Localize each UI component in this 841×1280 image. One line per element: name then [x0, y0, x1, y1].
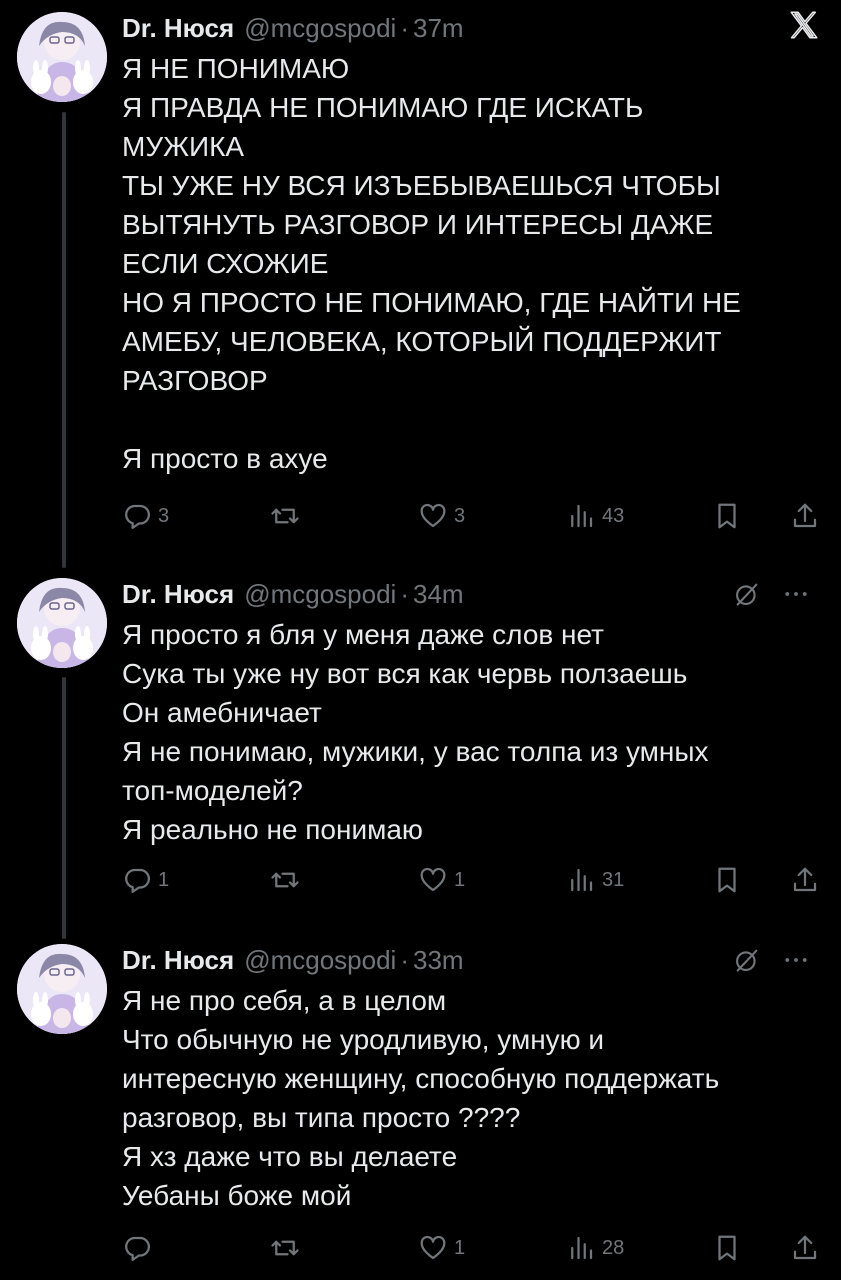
- user-handle[interactable]: @mcgospodi: [244, 579, 396, 610]
- bookmark-icon: [718, 1235, 736, 1261]
- share-icon: [793, 867, 817, 892]
- like-button[interactable]: 1: [418, 1228, 465, 1268]
- user-handle[interactable]: @mcgospodi: [244, 13, 396, 44]
- bookmark-icon: [718, 503, 736, 529]
- separator-dot: ·: [400, 944, 409, 975]
- x-logo-icon[interactable]: [787, 8, 821, 42]
- display-name[interactable]: Dr. Нюся: [122, 13, 234, 44]
- views-icon: [571, 868, 593, 892]
- views-icon: [571, 504, 593, 528]
- tweet-text: Я НЕ ПОНИМАЮ Я ПРАВДА НЕ ПОНИМАЮ ГДЕ ИСК…: [122, 53, 741, 474]
- like-count: 1: [454, 868, 466, 891]
- avatar[interactable]: [17, 12, 107, 102]
- tweet-header: Dr. Нюся @mcgospodi · 34m: [122, 574, 464, 614]
- timestamp[interactable]: 33m: [413, 945, 464, 976]
- tweet-menu: [733, 940, 811, 980]
- separator-dot: ·: [400, 578, 409, 609]
- views-button[interactable]: 28: [566, 1228, 624, 1268]
- user-handle[interactable]: @mcgospodi: [244, 945, 396, 976]
- like-button[interactable]: 3: [418, 496, 465, 536]
- tweet-header: Dr. Нюся @mcgospodi · 37m: [122, 8, 464, 48]
- heart-icon: [420, 1235, 446, 1260]
- timestamp[interactable]: 34m: [413, 579, 464, 610]
- bookmark-button[interactable]: [712, 1228, 742, 1268]
- retweet-icon: [271, 508, 299, 524]
- views-icon: [571, 1236, 593, 1260]
- separator-dot: ·: [400, 12, 409, 43]
- tweet-actions: 1 1 31: [122, 860, 827, 900]
- heart-icon: [420, 867, 446, 892]
- bookmark-button[interactable]: [712, 860, 742, 900]
- reply-count: 1: [158, 868, 170, 891]
- share-icon: [793, 503, 817, 528]
- bookmark-button[interactable]: [712, 496, 742, 536]
- avatar[interactable]: [17, 944, 107, 1034]
- retweet-icon: [271, 872, 299, 888]
- retweet-button[interactable]: [270, 496, 306, 536]
- reply-count: 3: [158, 504, 170, 527]
- timestamp[interactable]: 37m: [413, 13, 464, 44]
- share-button[interactable]: [790, 496, 820, 536]
- tweet-text: Я не про себя, а в целом Что обычную не …: [122, 985, 720, 1211]
- thread-connector: [62, 112, 66, 568]
- retweet-icon: [271, 1240, 299, 1256]
- reply-icon: [125, 868, 150, 893]
- display-name[interactable]: Dr. Нюся: [122, 945, 234, 976]
- views-count: 31: [602, 868, 625, 891]
- retweet-button[interactable]: [270, 860, 306, 900]
- reply-button[interactable]: 1: [122, 860, 169, 900]
- like-button[interactable]: 1: [418, 860, 465, 900]
- retweet-button[interactable]: [270, 1228, 306, 1268]
- bookmark-icon: [718, 867, 736, 893]
- reply-icon: [125, 1236, 150, 1261]
- avatar[interactable]: [17, 578, 107, 668]
- reply-icon: [125, 504, 150, 529]
- grok-icon[interactable]: [733, 580, 761, 608]
- reply-button[interactable]: 3: [122, 496, 169, 536]
- tweet-text: Я просто я бля у меня даже слов нет Сука…: [122, 619, 709, 845]
- more-options-icon[interactable]: [781, 945, 811, 975]
- share-button[interactable]: [790, 1228, 820, 1268]
- views-button[interactable]: 31: [566, 860, 624, 900]
- tweet-actions: 1 28: [122, 1228, 827, 1268]
- views-count: 43: [602, 504, 625, 527]
- share-button[interactable]: [790, 860, 820, 900]
- tweet-actions: 3 3 43: [122, 496, 827, 536]
- like-count: 3: [454, 504, 466, 527]
- tweet-header: Dr. Нюся @mcgospodi · 33m: [122, 940, 464, 980]
- like-count: 1: [454, 1236, 466, 1259]
- tweet-menu: [733, 574, 811, 614]
- heart-icon: [420, 503, 446, 528]
- grok-icon[interactable]: [733, 946, 761, 974]
- share-icon: [793, 1235, 817, 1260]
- more-options-icon[interactable]: [781, 579, 811, 609]
- views-count: 28: [602, 1236, 625, 1259]
- thread-connector: [62, 677, 66, 939]
- reply-button[interactable]: [122, 1228, 158, 1268]
- display-name[interactable]: Dr. Нюся: [122, 579, 234, 610]
- views-button[interactable]: 43: [566, 496, 624, 536]
